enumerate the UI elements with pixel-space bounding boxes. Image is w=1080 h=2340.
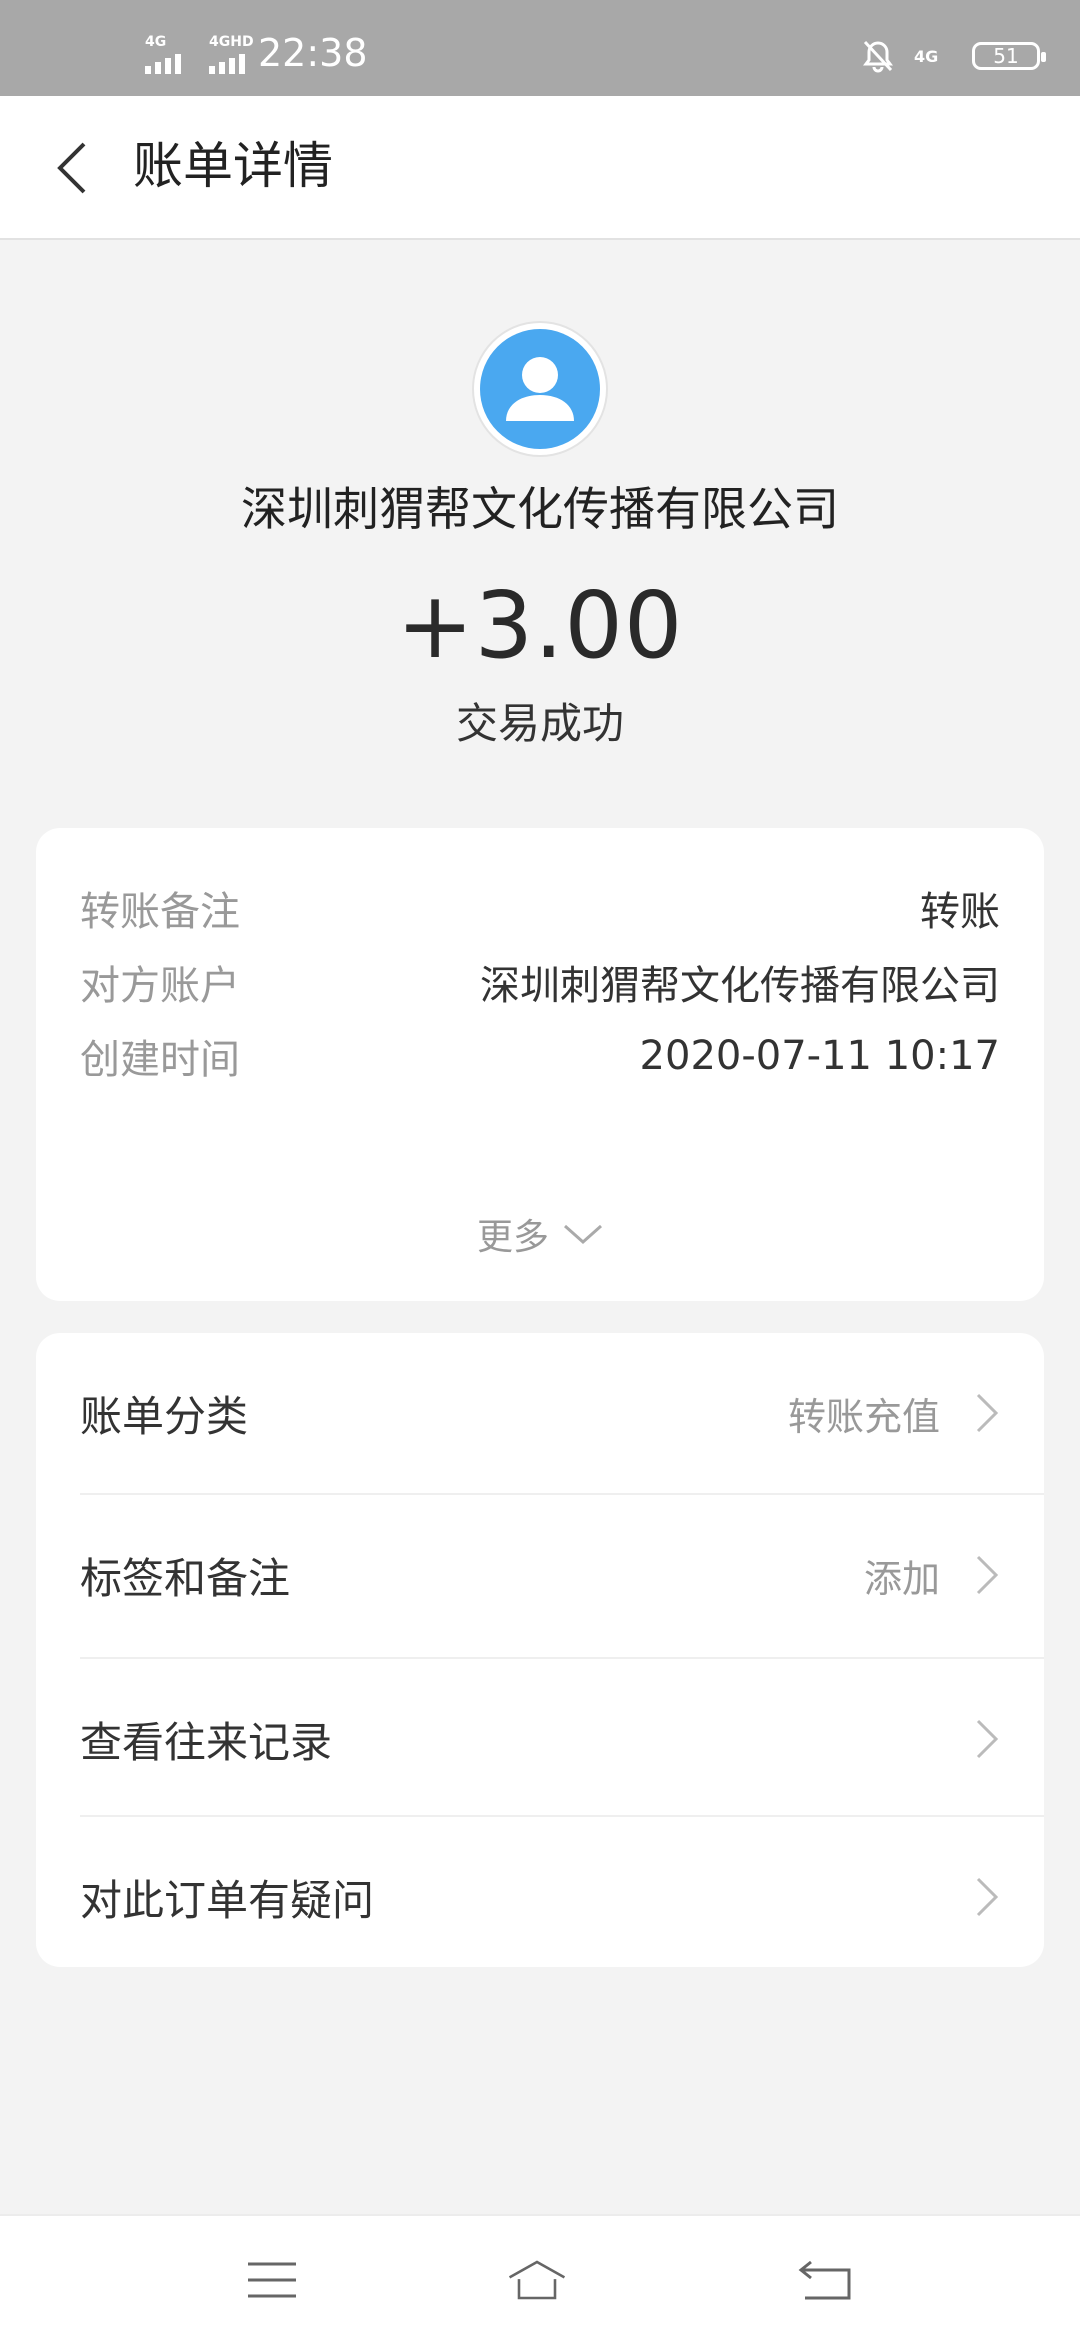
signal-icon: 4GHD [209,34,255,74]
status-bar: 4G 4GHD 22:38 4G 51 [0,0,1080,96]
menu-item-order-question[interactable]: 对此订单有疑问 [36,1817,1044,1977]
options-card: 账单分类 转账充值 标签和备注 添加 查看往来记录 对此订单有疑问 [36,1333,1044,1967]
menu-item-tags-notes[interactable]: 标签和备注 添加 [36,1495,1044,1655]
bill-detail-screen: 4G 4GHD 22:38 4G 51 账单详情 深圳刺猬帮文化传播有限公司 +… [0,0,1080,2340]
page-title: 账单详情 [133,137,333,195]
chevron-right-icon [976,1719,999,1759]
battery-icon: 51 [972,42,1046,70]
menu-button[interactable] [242,2252,302,2308]
detail-row-remark: 转账备注 转账 [80,878,1000,938]
chevron-right-icon [976,1393,999,1433]
network-type: 4G [914,46,939,66]
return-button[interactable] [795,2252,855,2308]
menu-item-label: 查看往来记录 [80,1717,333,1767]
battery-level: 51 [993,44,1019,68]
payee-name: 深圳刺猬帮文化传播有限公司 [241,482,839,536]
menu-item-bill-category[interactable]: 账单分类 转账充值 [36,1333,1044,1493]
chevron-right-icon [976,1877,999,1917]
menu-item-label: 对此订单有疑问 [80,1875,375,1925]
menu-item-label: 账单分类 [80,1391,249,1441]
signal-icon: 4G [145,34,191,74]
menu-item-value: 转账充值 [787,1394,940,1439]
user-avatar-icon [480,329,600,449]
avatar [474,323,606,455]
detail-row-account: 对方账户 深圳刺猬帮文化传播有限公司 [80,952,1000,1012]
detail-label: 创建时间 [80,1037,240,1083]
details-card: 转账备注 转账 对方账户 深圳刺猬帮文化传播有限公司 创建时间 2020-07-… [36,828,1044,1301]
return-icon [798,2260,851,2300]
home-button[interactable] [507,2252,567,2308]
more-button[interactable]: 更多 [36,1208,1044,1260]
detail-label: 转账备注 [80,889,240,935]
chevron-down-icon [564,1224,602,1245]
menu-item-transaction-history[interactable]: 查看往来记录 [36,1659,1044,1819]
detail-label: 对方账户 [80,963,240,1009]
home-icon [508,2260,566,2300]
detail-row-created-time: 创建时间 2020-07-11 10:17 [80,1026,1000,1086]
detail-value: 转账 [920,889,1000,935]
system-nav-bar [0,2214,1080,2340]
bell-muted-icon [863,40,893,73]
back-button[interactable] [36,132,108,204]
menu-item-label: 标签和备注 [80,1553,291,1603]
chevron-right-icon [976,1555,999,1595]
signal-group: 4G 4GHD [145,34,255,74]
menu-icon [248,2262,296,2298]
detail-value: 深圳刺猬帮文化传播有限公司 [480,963,1000,1009]
transaction-amount: +3.00 [396,572,684,679]
menu-item-value: 添加 [863,1556,940,1601]
more-label: 更多 [476,1217,549,1258]
detail-value: 2020-07-11 10:17 [639,1033,1000,1079]
title-bar: 账单详情 [0,96,1080,240]
clock: 22:38 [258,31,368,75]
status-icons: 4G 51 [860,38,1046,74]
back-arrow-icon [57,142,86,194]
transaction-status: 交易成功 [455,699,624,748]
